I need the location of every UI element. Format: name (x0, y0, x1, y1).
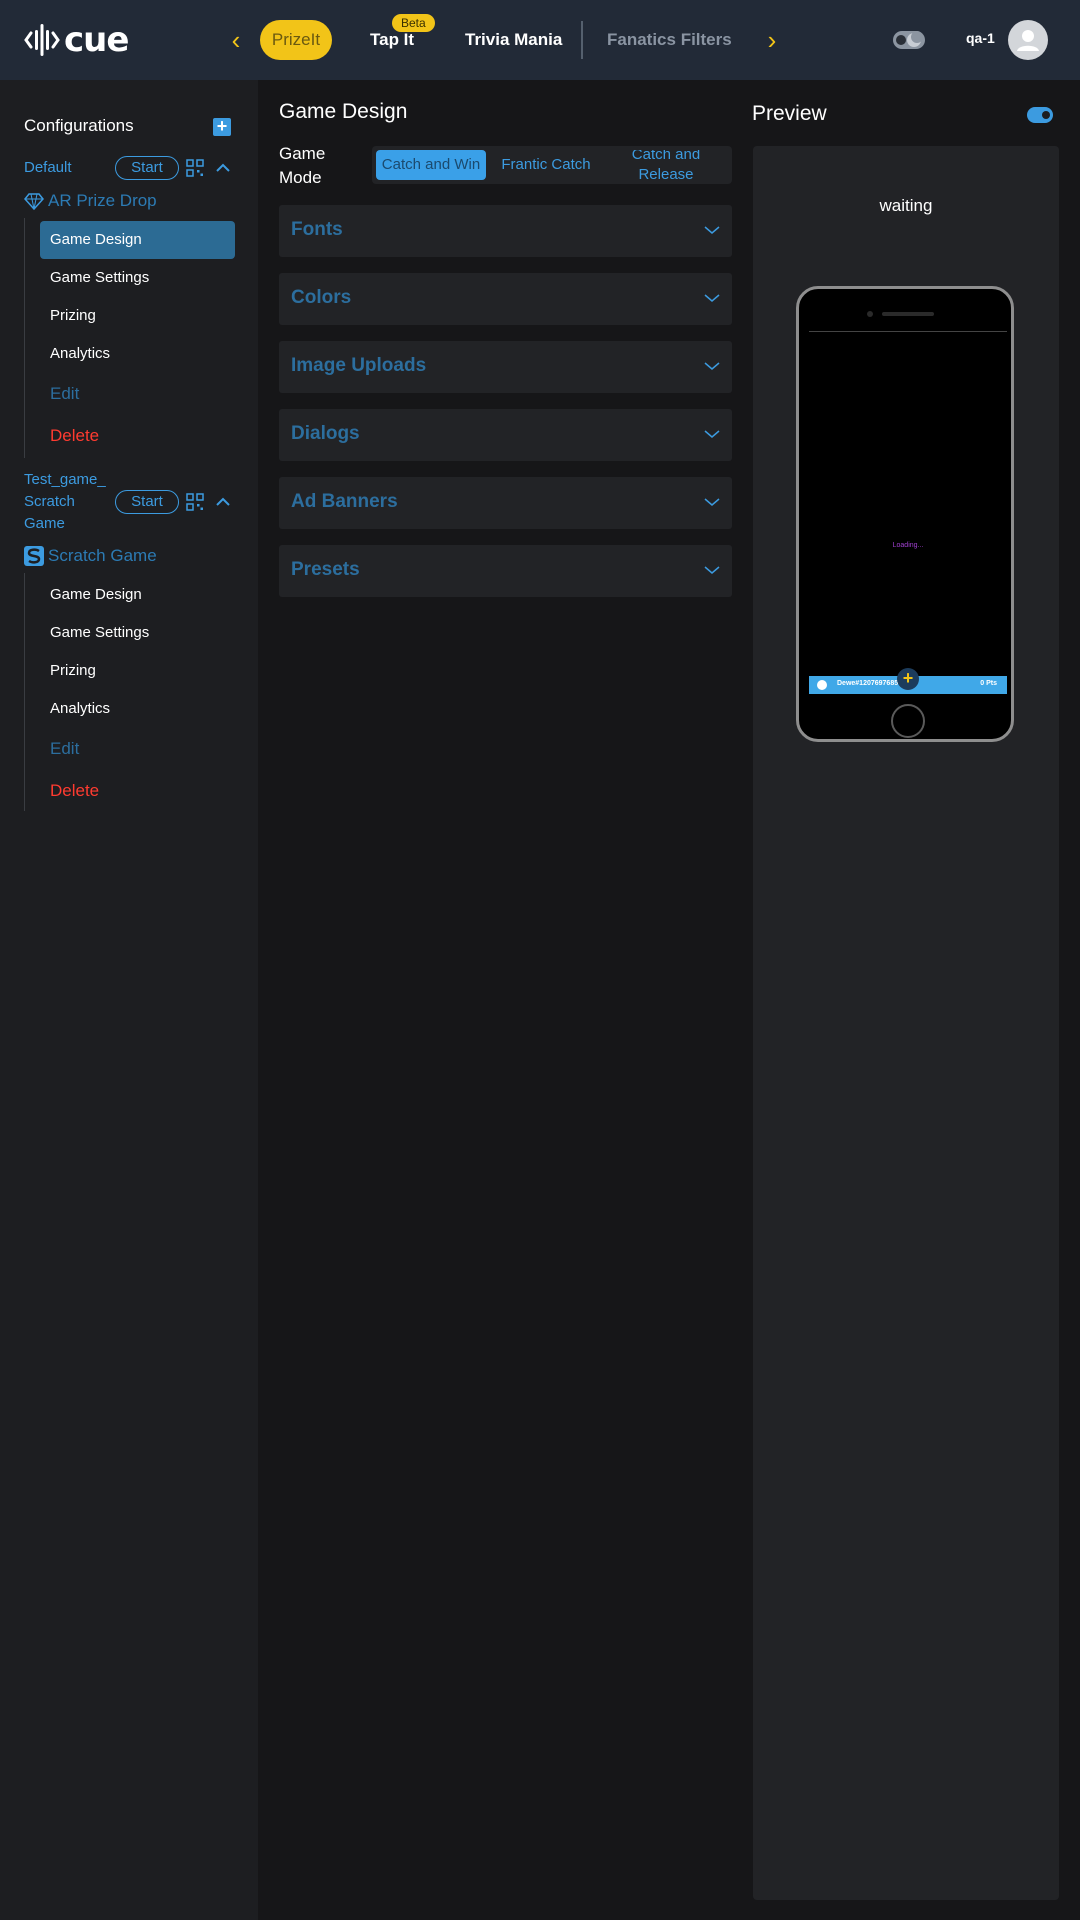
configurations-title: Configurations (24, 116, 134, 135)
section-label: Fonts (291, 219, 343, 240)
game-type-label: AR Prize Drop (48, 191, 157, 210)
menu-item-delete[interactable]: Delete (40, 417, 235, 455)
section-label: Ad Banners (291, 491, 398, 512)
preview-title: Preview (752, 102, 827, 125)
menu-item-game-design[interactable]: Game Design (40, 576, 235, 614)
config-name-test-game[interactable]: Test_game_ Scratch Game (24, 469, 106, 535)
phone-frame: Loading... Dewe#1207697685 0 Pts + (796, 286, 1014, 742)
game-type-scratch-game: Scratch Game (24, 545, 157, 567)
menu-item-delete[interactable]: Delete (40, 772, 235, 810)
tabs-next-arrow-icon[interactable]: › (760, 24, 784, 56)
phone-camera (867, 311, 873, 317)
toggle-knob (1042, 111, 1050, 119)
collapse-chevron-icon[interactable] (214, 493, 232, 511)
chevron-down-icon (704, 226, 720, 234)
config-name-line: Test_game_ (24, 471, 106, 488)
loading-text: Loading... (892, 542, 924, 549)
game-type-ar-prize-drop: AR Prize Drop (24, 190, 157, 212)
user-icon (817, 680, 827, 690)
game-mode-catch-and-win[interactable]: Catch and Win (376, 150, 486, 180)
moon-icon (907, 31, 923, 47)
top-header: cue ‹ PrizeIt Tap It Beta Trivia Mania F… (0, 0, 1080, 80)
menu-item-game-design[interactable]: Game Design (40, 221, 235, 259)
tab-prizeit[interactable]: PrizeIt (260, 20, 332, 60)
section-image-uploads[interactable]: Image Uploads (279, 341, 732, 393)
menu-item-edit[interactable]: Edit (40, 730, 235, 768)
menu-item-game-settings[interactable]: Game Settings (40, 614, 235, 652)
section-label: Colors (291, 287, 352, 308)
cue-logo-icon (24, 24, 60, 56)
start-button[interactable]: Start (115, 490, 179, 514)
menu-item-prizing[interactable]: Prizing (40, 297, 235, 335)
collapse-chevron-icon[interactable] (214, 159, 232, 177)
game-type-label: Scratch Game (48, 546, 157, 565)
section-dialogs[interactable]: Dialogs (279, 409, 732, 461)
phone-user-text: Dewe#1207697685 (837, 680, 899, 687)
game-mode-frantic-catch[interactable]: Frantic Catch (496, 150, 596, 180)
game-mode-catch-and-release[interactable]: Catch and Release (606, 150, 726, 180)
phone-speaker (882, 312, 934, 316)
menu-item-prizing[interactable]: Prizing (40, 652, 235, 690)
section-colors[interactable]: Colors (279, 273, 732, 325)
cue-logo[interactable]: cue (24, 20, 129, 60)
phone-preview: Loading... Dewe#1207697685 0 Pts + (796, 286, 1014, 742)
phone-home-button (891, 704, 925, 738)
tab-divider (581, 21, 583, 59)
start-button[interactable]: Start (115, 156, 179, 180)
chevron-down-icon (704, 566, 720, 574)
tab-fanatics-filters[interactable]: Fanatics Filters (607, 20, 732, 60)
tab-trivia-mania[interactable]: Trivia Mania (465, 20, 562, 60)
toggle-knob (896, 35, 906, 45)
page-title: Game Design (279, 100, 408, 123)
menu-item-analytics[interactable]: Analytics (40, 335, 235, 373)
menu-item-game-settings[interactable]: Game Settings (40, 259, 235, 297)
section-label: Dialogs (291, 423, 360, 444)
qr-code-icon[interactable] (186, 493, 204, 511)
add-configuration-button[interactable]: + (213, 117, 231, 136)
tree-line (24, 573, 25, 811)
theme-toggle[interactable] (893, 31, 925, 49)
phone-points-text: 0 Pts (980, 680, 997, 687)
user-icon (1017, 30, 1039, 51)
section-ad-banners[interactable]: Ad Banners (279, 477, 732, 529)
phone-screen: Loading... Dewe#1207697685 0 Pts + (809, 331, 1007, 694)
chevron-down-icon (704, 430, 720, 438)
menu-item-analytics[interactable]: Analytics (40, 690, 235, 728)
chevron-down-icon (704, 294, 720, 302)
preview-toggle[interactable] (1027, 107, 1053, 123)
section-presets[interactable]: Presets (279, 545, 732, 597)
preview-status: waiting (879, 196, 933, 215)
scratch-game-icon (24, 546, 44, 566)
diamond-icon (24, 193, 44, 211)
config-name-line: Game (24, 515, 65, 532)
beta-badge: Beta (392, 14, 435, 32)
config-name-default[interactable]: Default (24, 157, 72, 179)
section-label: Presets (291, 559, 360, 580)
username: qa-1 (966, 30, 995, 46)
section-label: Image Uploads (291, 355, 427, 376)
plus-icon: + (897, 668, 919, 690)
avatar[interactable] (1008, 20, 1048, 60)
section-fonts[interactable]: Fonts (279, 205, 732, 257)
chevron-down-icon (704, 362, 720, 370)
tree-line (24, 218, 25, 458)
logo-text: cue (64, 20, 129, 60)
tabs-prev-arrow-icon[interactable]: ‹ (224, 24, 248, 56)
config-name-line: Scratch (24, 493, 75, 510)
menu-item-edit[interactable]: Edit (40, 375, 235, 413)
game-mode-label: Game Mode (279, 144, 326, 187)
game-mode-selector: Catch and Win Frantic Catch Catch and Re… (372, 146, 732, 184)
qr-code-icon[interactable] (186, 159, 204, 177)
chevron-down-icon (704, 498, 720, 506)
